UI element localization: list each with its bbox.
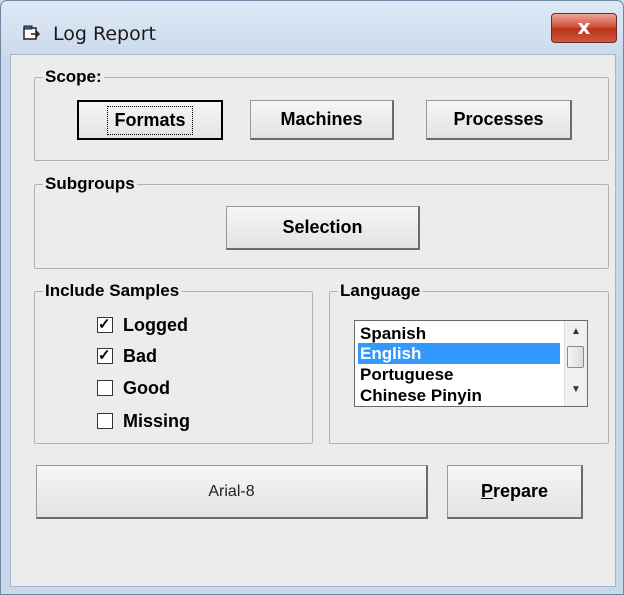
include-samples-legend: Include Samples	[43, 281, 182, 301]
window-title: Log Report	[53, 23, 156, 45]
processes-button[interactable]: Processes	[426, 100, 572, 140]
close-icon: x	[577, 15, 591, 39]
selection-button[interactable]: Selection	[226, 206, 420, 250]
scroll-up-icon[interactable]: ▲	[565, 323, 587, 341]
language-option-english[interactable]: English	[358, 343, 560, 364]
checkbox-box[interactable]: ✓	[97, 316, 113, 333]
prepare-button[interactable]: Prepare	[447, 465, 583, 519]
checkbox-label: Bad	[123, 345, 158, 366]
subgroups-group: Subgroups Selection	[34, 174, 609, 269]
language-legend: Language	[338, 281, 423, 301]
checkbox-box[interactable]	[97, 380, 113, 396]
close-button[interactable]: x	[551, 13, 617, 43]
checkbox-label: Logged	[123, 314, 188, 335]
check-icon: ✓	[98, 347, 111, 364]
language-group: Language Spanish English Portuguese Chin…	[329, 281, 609, 444]
log-report-window: Log Report x Scope: Formats Machines Pro…	[0, 0, 624, 595]
dialog-body: Scope: Formats Machines Processes Subgro…	[10, 54, 616, 587]
font-button[interactable]: Arial-8	[36, 465, 428, 519]
check-icon: ✓	[98, 316, 111, 333]
scope-legend: Scope:	[43, 67, 104, 87]
checkbox-box[interactable]: ✓	[97, 347, 113, 364]
scope-group: Scope: Formats Machines Processes	[34, 67, 609, 161]
checkbox-label: Missing	[123, 410, 191, 431]
checkbox-label: Good	[123, 377, 170, 398]
logged-checkbox[interactable]: ✓ Logged	[97, 313, 188, 337]
language-listbox[interactable]: Spanish English Portuguese Chinese Pinyi…	[354, 320, 588, 407]
checkbox-box[interactable]	[97, 413, 113, 429]
missing-checkbox[interactable]: Missing	[97, 409, 190, 433]
prepare-mnemonic: P	[480, 481, 493, 501]
machines-button[interactable]: Machines	[250, 100, 394, 140]
title-bar[interactable]: Log Report x	[1, 1, 623, 53]
scroll-thumb[interactable]	[567, 346, 584, 368]
include-samples-group: Include Samples ✓ Logged ✓ Bad Good Miss…	[34, 281, 313, 444]
good-checkbox[interactable]: Good	[97, 376, 170, 400]
language-option-portuguese[interactable]: Portuguese	[358, 364, 560, 385]
subgroups-legend: Subgroups	[43, 174, 137, 194]
bad-checkbox[interactable]: ✓ Bad	[97, 344, 157, 368]
scroll-down-icon[interactable]: ▼	[565, 381, 587, 399]
language-option-spanish[interactable]: Spanish	[358, 323, 560, 344]
log-report-icon	[23, 25, 41, 40]
formats-button[interactable]: Formats	[77, 100, 223, 140]
language-option-chinese-pinyin[interactable]: Chinese Pinyin	[358, 385, 560, 406]
listbox-scrollbar[interactable]: ▲ ▼	[564, 321, 587, 406]
prepare-label: repare	[492, 481, 549, 501]
